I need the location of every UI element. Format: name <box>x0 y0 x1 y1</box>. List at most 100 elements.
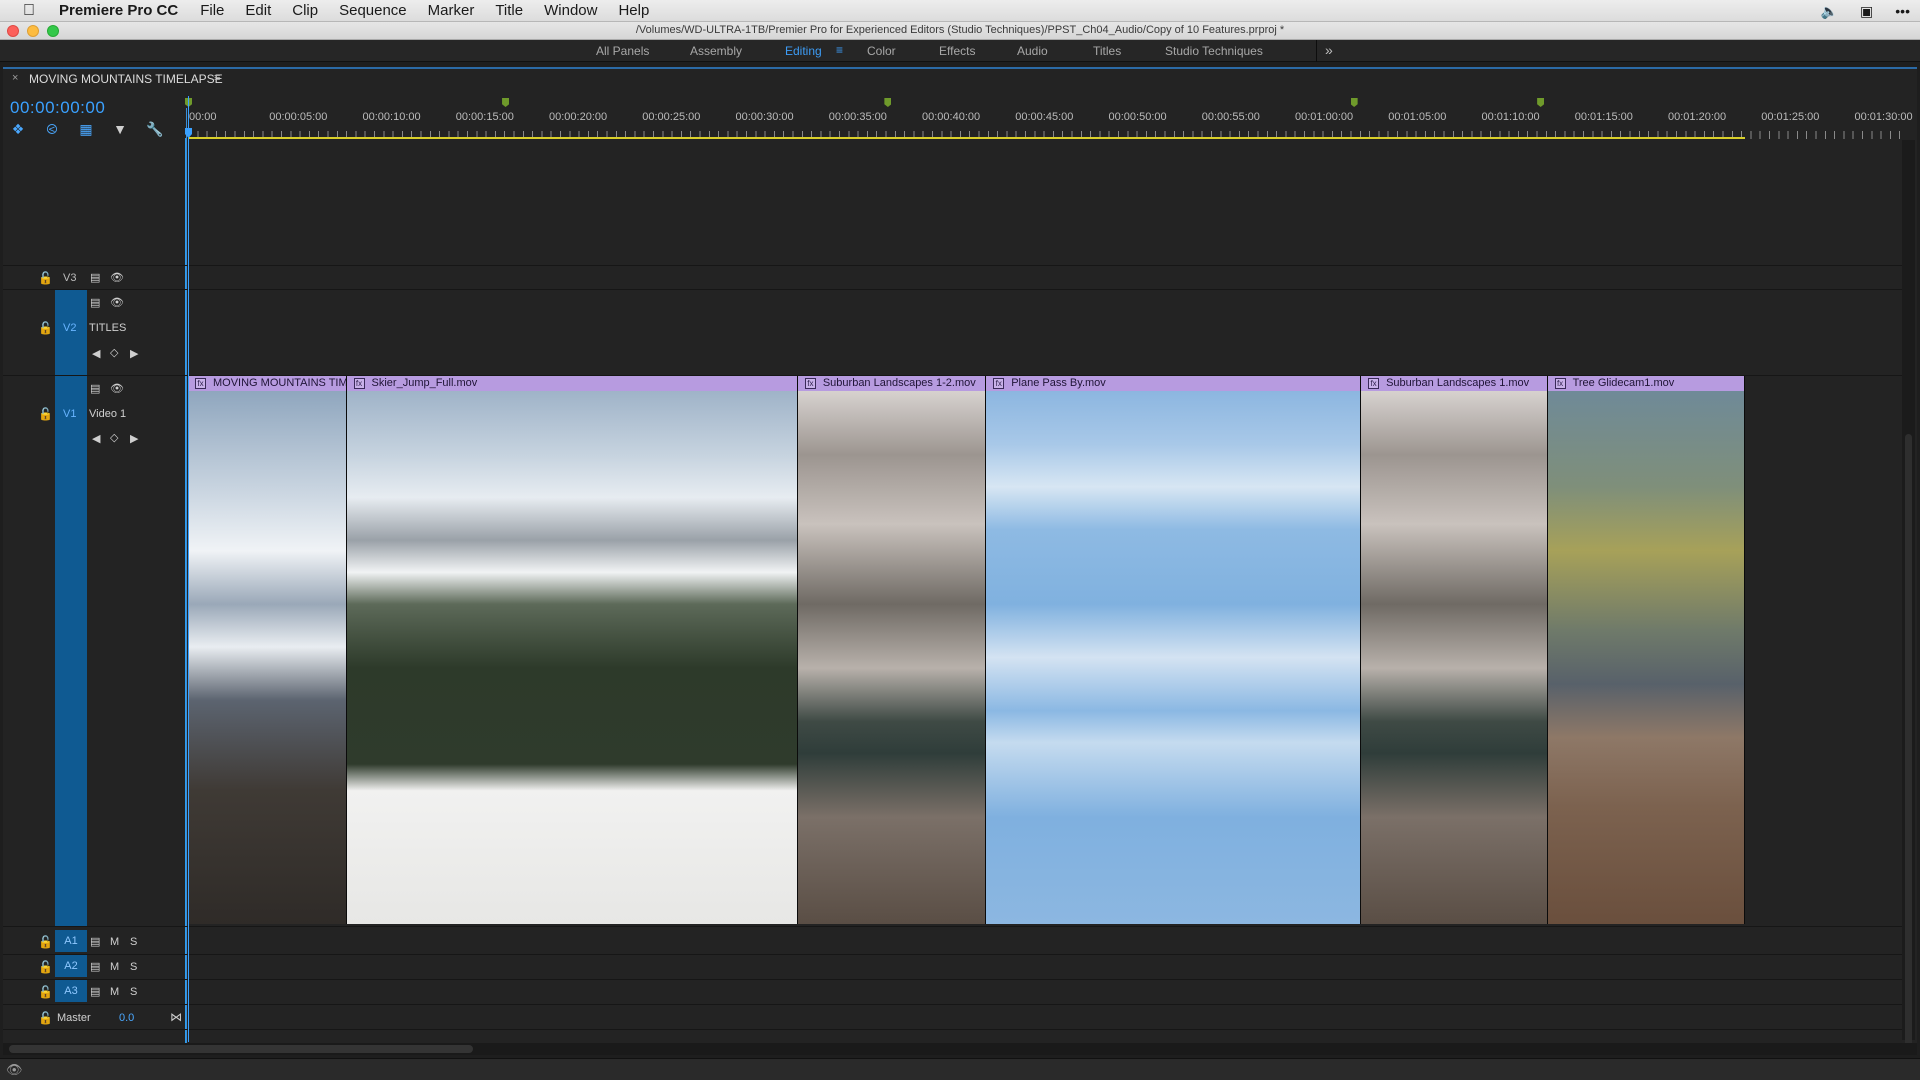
linked-selection-icon[interactable]: ⧀ <box>44 121 60 137</box>
settings-wrench-icon[interactable]: 🔧 <box>146 121 163 137</box>
ruler-tick-label: 00:01:05:00 <box>1388 111 1447 123</box>
eye-icon[interactable]: 👁 <box>110 296 124 309</box>
workspace-menu-icon[interactable]: ≡ <box>836 43 843 57</box>
timeline-clip[interactable]: MOVING MOUNTAINS TIMELAPSEfx <box>188 376 347 924</box>
master-collapse-icon[interactable]: ⋈ <box>170 1010 182 1024</box>
menu-clip[interactable]: Clip <box>292 2 318 19</box>
workspace-studio-techniques[interactable]: Studio Techniques <box>1165 44 1263 58</box>
workspace-overflow-icon[interactable]: » <box>1325 42 1333 58</box>
track-v2-name: TITLES <box>89 322 127 334</box>
add-keyframe-icon[interactable]: ◇ <box>110 346 118 359</box>
workspace-color[interactable]: Color <box>867 44 896 58</box>
playhead-timecode[interactable]: 00:00:00:00 <box>10 98 105 118</box>
menu-edit[interactable]: Edit <box>245 2 271 19</box>
timeline-tab[interactable]: × MOVING MOUNTAINS TIMELAPSE ≡ <box>3 69 243 89</box>
prev-keyframe-icon[interactable]: ◀ <box>92 432 100 445</box>
sync-lock-icon[interactable]: ▤ <box>90 935 100 948</box>
menu-sequence[interactable]: Sequence <box>339 2 407 19</box>
panel-menu-icon[interactable]: ≡ <box>214 72 220 84</box>
lock-icon[interactable]: 🔓 <box>38 985 53 999</box>
solo-button[interactable]: S <box>130 936 137 948</box>
timeline-clip[interactable]: Tree Glidecam1.mov fx <box>1547 376 1746 924</box>
mute-button[interactable]: M <box>110 986 119 998</box>
work-area-bar[interactable] <box>188 137 1746 139</box>
track-v3-label[interactable]: V3 <box>63 272 76 284</box>
master-volume-value[interactable]: 0.0 <box>119 1012 134 1024</box>
app-name-menu[interactable]: Premiere Pro CC <box>59 2 178 19</box>
track-v1-label[interactable]: V1 <box>63 408 76 420</box>
more-icon[interactable]: ••• <box>1895 3 1910 19</box>
display-icon[interactable]: ▣ <box>1860 3 1873 20</box>
horizontal-scroll-thumb[interactable] <box>9 1045 473 1053</box>
v1-target-strip[interactable] <box>55 376 87 926</box>
lock-icon[interactable]: 🔓 <box>38 960 53 974</box>
fx-badge-icon: fx <box>195 378 206 389</box>
sync-lock-icon[interactable]: ▤ <box>90 382 100 395</box>
add-keyframe-icon[interactable]: ◇ <box>110 431 118 444</box>
sync-lock-icon[interactable]: ▤ <box>90 960 100 973</box>
horizontal-scrollbar[interactable] <box>3 1043 1917 1055</box>
timeline-clip[interactable]: Plane Pass By.mov fx <box>986 376 1362 924</box>
menu-marker[interactable]: Marker <box>428 2 475 19</box>
workspace-audio[interactable]: Audio <box>1017 44 1048 58</box>
sync-lock-icon[interactable]: ▤ <box>90 296 100 309</box>
project-path: /Volumes/WD-ULTRA-1TB/Premier Pro for Ex… <box>635 24 1285 36</box>
clip-name: Suburban Landscapes 1.mov <box>1361 376 1547 391</box>
workspace-effects[interactable]: Effects <box>939 44 975 58</box>
clip-thumbnail <box>1361 391 1547 924</box>
clip-thumbnail <box>188 391 346 924</box>
status-bar: 👁 <box>0 1058 1920 1080</box>
workspace-editing[interactable]: Editing <box>785 44 822 58</box>
ruler-tick-label: 00:01:15:00 <box>1574 111 1633 123</box>
mute-button[interactable]: M <box>110 961 119 973</box>
sequence-marker[interactable] <box>1350 98 1358 107</box>
volume-icon[interactable]: 🔈 <box>1821 3 1838 20</box>
row-separator <box>3 289 1902 290</box>
prev-keyframe-icon[interactable]: ◀ <box>92 347 100 360</box>
workspace-titles[interactable]: Titles <box>1093 44 1121 58</box>
workspace-all-panels[interactable]: All Panels <box>596 44 649 58</box>
menu-window[interactable]: Window <box>544 2 597 19</box>
lock-icon[interactable]: 🔓 <box>38 935 53 949</box>
eye-icon[interactable]: 👁 <box>110 271 124 284</box>
next-keyframe-icon[interactable]: ▶ <box>130 432 138 445</box>
menu-file[interactable]: File <box>200 2 224 19</box>
lock-icon[interactable]: 🔓 <box>38 1011 53 1025</box>
track-a2-label[interactable]: A2 <box>55 955 87 977</box>
sequence-marker[interactable] <box>1537 98 1545 107</box>
apple-icon[interactable]:  <box>17 2 41 20</box>
clip-thumbnail <box>797 391 986 924</box>
vertical-scroll-thumb[interactable] <box>1905 434 1912 1054</box>
eye-icon[interactable]: 👁 <box>110 382 124 395</box>
visibility-icon[interactable]: 👁 <box>6 1062 23 1078</box>
snap-icon[interactable]: ❖ <box>10 121 26 137</box>
lock-icon[interactable]: 🔓 <box>38 407 53 421</box>
clip-thumbnail <box>986 391 1361 924</box>
close-tab-icon[interactable]: × <box>12 72 18 84</box>
track-a3-label[interactable]: A3 <box>55 980 87 1002</box>
track-v2-label[interactable]: V2 <box>63 322 76 334</box>
solo-button[interactable]: S <box>130 961 137 973</box>
timeline-clip[interactable]: Suburban Landscapes 1-2.mov fx <box>797 376 987 924</box>
sequence-marker[interactable] <box>884 98 892 107</box>
timeline-clip[interactable]: Skier_Jump_Full.mov fx <box>346 376 798 924</box>
menu-help[interactable]: Help <box>618 2 649 19</box>
sync-lock-icon[interactable]: ▤ <box>90 985 100 998</box>
mute-button[interactable]: M <box>110 936 119 948</box>
menu-title[interactable]: Title <box>495 2 523 19</box>
sync-lock-icon[interactable]: ▤ <box>90 271 100 284</box>
lock-icon[interactable]: 🔓 <box>38 271 53 285</box>
timeline-clip[interactable]: Suburban Landscapes 1.mov fx <box>1361 376 1548 924</box>
nest-sequence-icon[interactable]: ▦ <box>78 121 94 137</box>
sequence-name: MOVING MOUNTAINS TIMELAPSE <box>29 72 223 86</box>
add-marker-icon[interactable]: ▼ <box>112 121 128 137</box>
solo-button[interactable]: S <box>130 986 137 998</box>
vertical-scrollbar[interactable] <box>1902 140 1915 1054</box>
workspace-assembly[interactable]: Assembly <box>690 44 742 58</box>
next-keyframe-icon[interactable]: ▶ <box>130 347 138 360</box>
sequence-marker[interactable] <box>502 98 510 107</box>
track-a1-label[interactable]: A1 <box>55 930 87 952</box>
clip-thumbnail <box>1547 391 1745 924</box>
lock-icon[interactable]: 🔓 <box>38 321 53 335</box>
fx-badge-icon: fx <box>804 378 816 389</box>
